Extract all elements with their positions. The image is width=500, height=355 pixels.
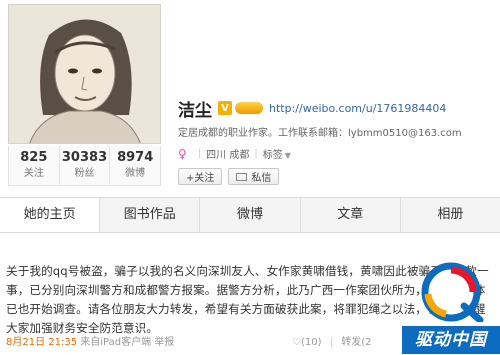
name-row: 洁尘 V http://weibo.com/u/1761984404 (178, 96, 446, 121)
stat-following[interactable]: 825 关注 (9, 146, 60, 185)
profile-url-link[interactable]: http://weibo.com/u/1761984404 (269, 102, 446, 115)
avatar[interactable] (8, 4, 161, 144)
message-button-label: 私信 (251, 173, 272, 184)
follow-button[interactable]: +关注 (178, 168, 223, 185)
stats-bar: 825 关注 30383 粉丝 8974 微博 (8, 146, 161, 186)
divider: | (329, 337, 334, 348)
tab-books[interactable]: 图书作品 (100, 198, 201, 232)
report-link[interactable]: 举报 (154, 337, 174, 348)
verified-badge[interactable]: V (218, 101, 232, 115)
tags-label: 标签 (262, 150, 283, 161)
stat-value: 30383 (61, 150, 108, 165)
logo-icon (421, 262, 484, 322)
profile-header: 825 关注 30383 粉丝 8974 微博 洁尘 V http://weib… (0, 0, 500, 190)
user-name: 洁尘 (178, 100, 212, 121)
vip-level-icon[interactable] (235, 102, 263, 114)
stat-value: 8974 (117, 150, 154, 165)
tab-home[interactable]: 她的主页 (0, 198, 101, 232)
post-meta: 8月21日 21:35 来自iPad客户端 举报 (6, 333, 174, 348)
message-button[interactable]: 私信 (228, 168, 280, 185)
profile-actions: +关注 私信 (178, 168, 280, 185)
stat-label: 关注 (23, 168, 44, 179)
chevron-down-icon: ▼ (284, 151, 291, 160)
watermark-text: 驱动中国 (402, 326, 500, 354)
mail-icon (236, 172, 248, 181)
stat-label: 粉丝 (74, 168, 95, 179)
tab-articles[interactable]: 文章 (301, 198, 401, 232)
like-count[interactable]: (10) (301, 337, 322, 348)
post-source[interactable]: 来自iPad客户端 (80, 337, 151, 348)
tab-weibo[interactable]: 微博 (200, 198, 301, 232)
like-icon[interactable]: ♡ (292, 337, 301, 348)
watermark-logo: 驱动中国 (402, 262, 500, 355)
female-icon: ♀ (178, 146, 187, 161)
stat-label: 微博 (125, 168, 146, 179)
profile-description: 定居成都的职业作家。工作联系邮箱：lybmm0510@163.com (178, 128, 462, 139)
stat-value: 825 (20, 150, 48, 165)
stat-posts[interactable]: 8974 微博 (110, 146, 160, 185)
profile-nav-tabs: 她的主页 图书作品 微博 文章 相册 (0, 197, 500, 233)
post-actions: ♡(10) | 转发(2 (292, 333, 372, 348)
divider: | (197, 148, 202, 159)
tags-link[interactable]: 标签 ▼ (263, 146, 291, 161)
profile-info-row: ♀ | 四川 成都 | 标签 ▼ (178, 146, 291, 162)
tab-albums[interactable]: 相册 (401, 198, 500, 232)
post-date-link[interactable]: 8月21日 21:35 (6, 337, 77, 348)
repost-link[interactable]: 转发(2 (341, 337, 371, 348)
stat-followers[interactable]: 30383 粉丝 (60, 146, 111, 185)
divider: | (254, 148, 258, 159)
follow-button-label: +关注 (186, 173, 215, 184)
location-text: 四川 成都 (206, 150, 250, 161)
